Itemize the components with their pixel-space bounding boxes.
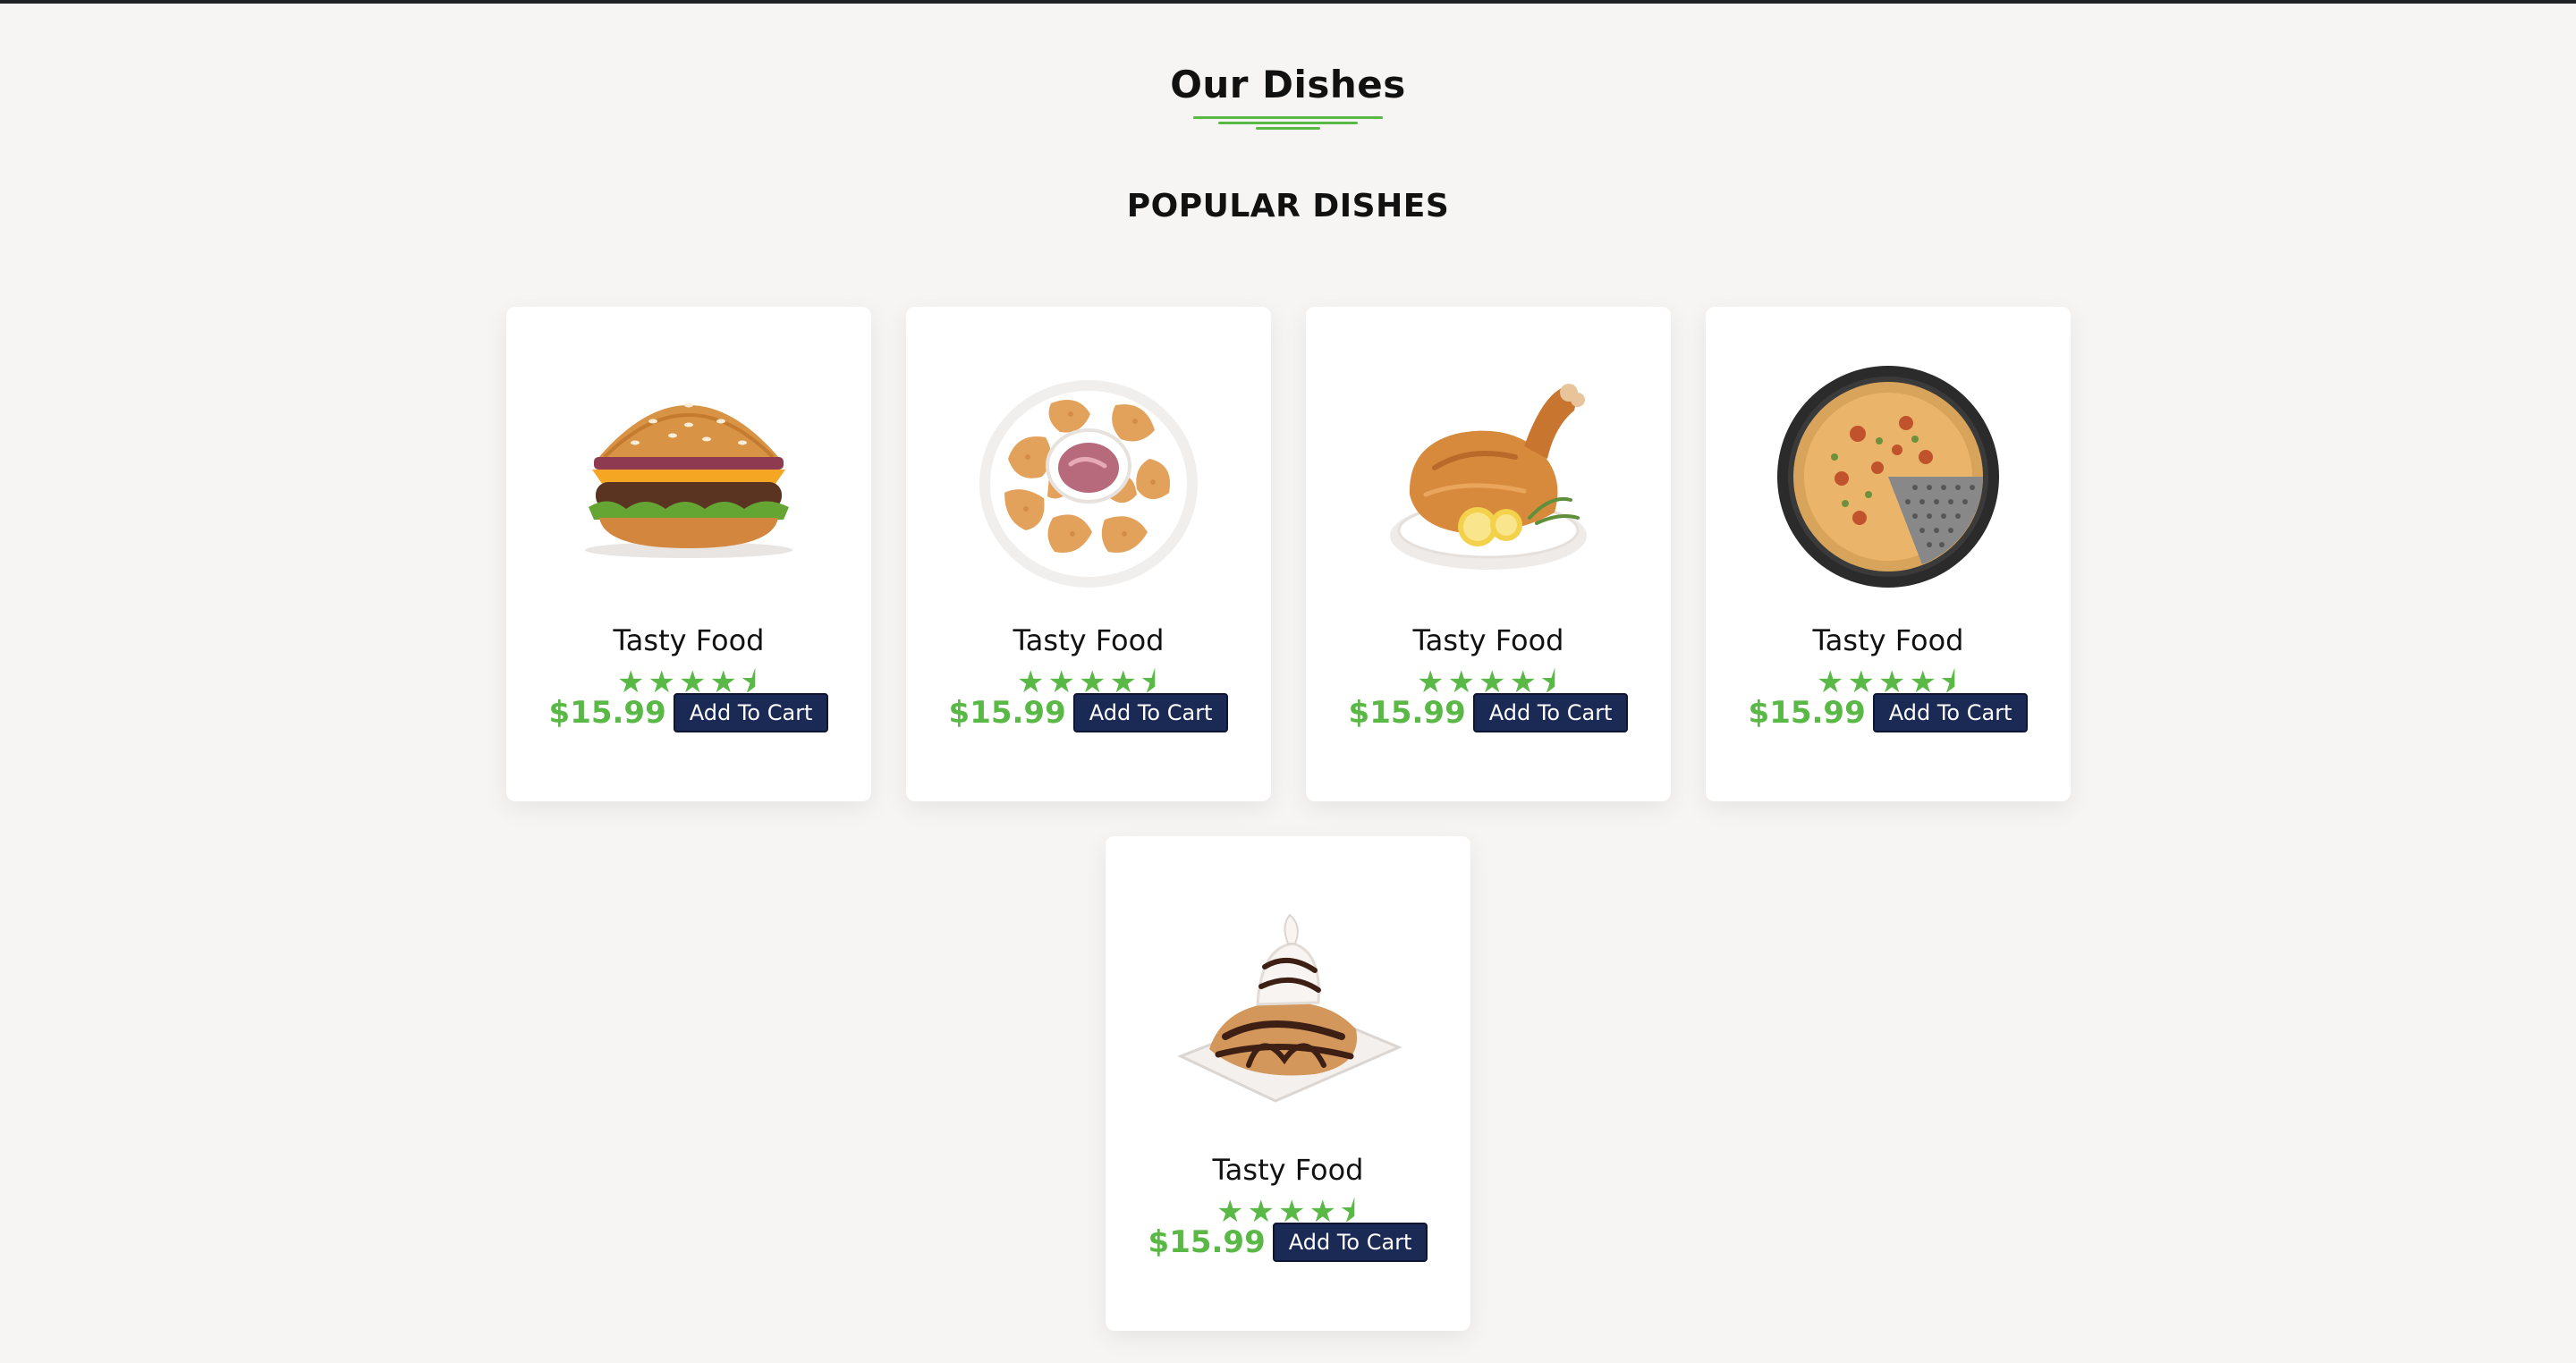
popular-dishes-heading: POPULAR DISHES (1126, 188, 1450, 224)
add-to-cart-button[interactable]: Add To Cart (1872, 693, 2029, 732)
dish-price: $15.99 (548, 695, 666, 731)
price-row: $15.99 Add To Cart (506, 693, 871, 732)
price-row: $15.99 Add To Cart (1106, 1223, 1470, 1262)
dish-name: Tasty Food (613, 623, 765, 657)
dish-name: Tasty Food (1812, 623, 1964, 657)
add-to-cart-button[interactable]: Add To Cart (673, 693, 829, 732)
dessert-icon (1172, 890, 1404, 1122)
dish-card: Tasty Food ★★★★⯨ $15.99 Add To Cart (1306, 307, 1671, 801)
dish-card: Tasty Food ★★★★⯨ $15.99 Add To Cart (506, 307, 871, 801)
price-row: $15.99 Add To Cart (906, 693, 1271, 732)
dish-price: $15.99 (1348, 695, 1466, 731)
top-border (0, 0, 2576, 4)
add-to-cart-button[interactable]: Add To Cart (1472, 693, 1629, 732)
dish-card: Tasty Food ★★★★⯨ $15.99 Add To Cart (906, 307, 1271, 801)
price-row: $15.99 Add To Cart (1706, 693, 2071, 732)
add-to-cart-button[interactable]: Add To Cart (1072, 693, 1229, 732)
dish-name: Tasty Food (1412, 623, 1564, 657)
dish-price: $15.99 (1148, 1224, 1266, 1260)
dish-name: Tasty Food (1013, 623, 1165, 657)
nuggets-icon (972, 360, 1205, 593)
dish-card: Tasty Food ★★★★⯨ $15.99 Add To Cart (1106, 836, 1470, 1331)
section-title: Our Dishes (1170, 63, 1406, 106)
pizza-icon (1772, 360, 2004, 593)
dish-name: Tasty Food (1212, 1153, 1364, 1187)
add-to-cart-button[interactable]: Add To Cart (1272, 1223, 1428, 1262)
roast-chicken-icon (1372, 360, 1605, 593)
title-underline (1193, 116, 1383, 131)
dish-price: $15.99 (1748, 695, 1866, 731)
price-row: $15.99 Add To Cart (1306, 693, 1671, 732)
dish-price: $15.99 (948, 695, 1066, 731)
dish-card: Tasty Food ★★★★⯨ $15.99 Add To Cart (1706, 307, 2071, 801)
burger-icon (572, 360, 805, 593)
